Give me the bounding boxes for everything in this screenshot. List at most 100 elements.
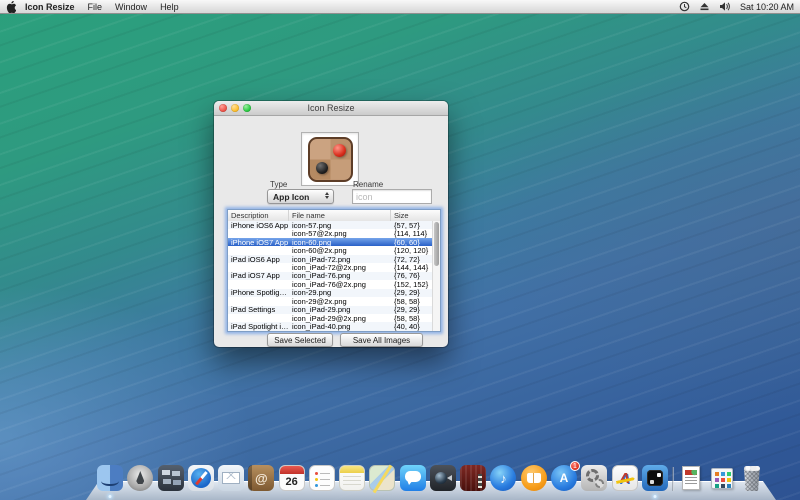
desktop: Icon Resize FileWindowHelp Sat 10:20 AM … [0, 0, 800, 500]
type-label: Type [270, 180, 287, 189]
save-selected-button[interactable]: Save Selected [267, 333, 333, 347]
header-file-name[interactable]: File name [289, 210, 391, 221]
table-row[interactable]: iPad iOS6 App icon_iPad-72.png {72, 72} [228, 255, 432, 263]
menubar-app-name[interactable]: Icon Resize [25, 2, 75, 12]
dock-mail[interactable] [218, 465, 244, 491]
rename-input[interactable] [352, 189, 432, 204]
table-row[interactable]: icon_iPad-76@2x.png {152, 152} [228, 280, 432, 288]
table-scrollbar[interactable] [432, 221, 440, 331]
time-machine-menu-icon[interactable] [679, 1, 690, 12]
cell-description: iPhone iOS6 App [228, 221, 289, 230]
save-all-images-button[interactable]: Save All Images [340, 333, 423, 347]
zoom-button[interactable] [243, 104, 251, 112]
popup-stepper-icon [325, 192, 329, 199]
menubar-status-area: Sat 10:20 AM [679, 1, 794, 12]
running-indicator [653, 495, 656, 498]
dock-icon-art [309, 465, 335, 491]
cell-description: iPad iOS6 App [228, 255, 289, 264]
dock-icon-art [430, 465, 456, 491]
volume-menu-icon[interactable] [719, 1, 731, 12]
table-row[interactable]: icon-29@2x.png {58, 58} [228, 297, 432, 305]
window-content: Type Rename App Icon Description File na… [214, 116, 448, 347]
dock-icon-art [739, 465, 765, 491]
image-well[interactable] [301, 132, 359, 186]
dock-photo-booth[interactable] [460, 465, 486, 491]
dock-a-utility-app[interactable]: A [612, 465, 638, 491]
header-description[interactable]: Description [228, 210, 289, 221]
cell-description: iPad Settings [228, 305, 289, 314]
dock-launchpad[interactable] [127, 465, 153, 491]
menubar-clock[interactable]: Sat 10:20 AM [740, 2, 794, 12]
table-row[interactable]: iPad iOS7 App icon_iPad-76.png {76, 76} [228, 272, 432, 280]
dock-icon-art [97, 465, 123, 491]
window-titlebar[interactable]: Icon Resize [214, 101, 448, 116]
cell-file-name: icon_iPad-40.png [289, 322, 391, 331]
icon-type-popup-value: App Icon [273, 192, 309, 202]
dock-app-store[interactable]: A 1 [551, 465, 577, 491]
table-row[interactable]: icon_iPad-29@2x.png {58, 58} [228, 314, 432, 322]
dock-documents-stack[interactable] [678, 465, 704, 491]
dock-maps[interactable] [369, 465, 395, 491]
dock-icon-art [581, 465, 607, 491]
cell-size: {40, 40} [391, 322, 432, 331]
cell-description: iPhone Spotlight i… [228, 288, 289, 297]
close-button[interactable] [219, 104, 227, 112]
dock-icon-art [127, 465, 153, 491]
icon-resize-window: Icon Resize Type Rename App Icon Descrip… [214, 101, 448, 347]
dock-safari[interactable] [188, 465, 214, 491]
dock-finder[interactable] [97, 465, 123, 491]
table-row[interactable]: icon_iPad-72@2x.png {144, 144} [228, 263, 432, 271]
dock-notes[interactable] [339, 465, 365, 491]
dock-icon-glyph: 26 [280, 466, 304, 490]
dock-icon-art [709, 465, 735, 491]
menu-window[interactable]: Window [115, 2, 147, 12]
menu-help[interactable]: Help [160, 2, 179, 12]
dock-icon-resize-app[interactable] [642, 465, 668, 491]
dock-icon-art [672, 467, 674, 491]
dock-trash-full[interactable] [739, 465, 765, 491]
dock-messages[interactable] [400, 465, 426, 491]
menu-file[interactable]: File [88, 2, 103, 12]
table-scrollbar-thumb[interactable] [434, 222, 439, 266]
dock-ibooks[interactable] [521, 465, 547, 491]
dock-mission-control[interactable] [158, 465, 184, 491]
table-row[interactable]: icon-60@2x.png {120, 120} [228, 246, 432, 254]
dock-calendar[interactable]: 26 [279, 465, 305, 491]
table-body: iPhone iOS6 App icon-57.png {57, 57} ico… [228, 221, 432, 331]
dock-system-preferences[interactable] [581, 465, 607, 491]
dock-divider[interactable] [672, 467, 674, 491]
table-row[interactable]: iPhone Spotlight i… icon-29.png {29, 29} [228, 289, 432, 297]
dock-facetime[interactable] [430, 465, 456, 491]
dock-icon-art [678, 465, 704, 491]
dock-icon-art [642, 465, 668, 491]
dock-contacts[interactable]: @ [248, 465, 274, 491]
table-row[interactable]: iPhone iOS7 App icon-60.png {60, 60} [228, 238, 432, 246]
eject-menu-icon[interactable] [699, 1, 710, 12]
notification-badge: 1 [570, 461, 580, 471]
apple-menu-icon[interactable] [6, 1, 16, 13]
menubar: Icon Resize File Window Help Sat 10:20 AM [0, 0, 800, 14]
dock-icon-art: @ [248, 465, 274, 491]
preview-board-game-icon [308, 137, 353, 182]
icon-size-table[interactable]: Description File name Size iPhone iOS6 A… [227, 209, 441, 332]
dock-icon-art [188, 465, 214, 491]
table-row[interactable]: icon-57@2x.png {114, 114} [228, 229, 432, 237]
dock-downloads-stack[interactable] [709, 465, 735, 491]
menubar-menus: File Window Help [75, 2, 179, 12]
dock-icon-glyph: @ [248, 465, 274, 491]
cell-description: iPhone iOS7 App [228, 238, 289, 247]
minimize-button[interactable] [231, 104, 239, 112]
table-row[interactable]: iPad Spotlight iOS 7 icon_iPad-40.png {4… [228, 322, 432, 330]
table-row[interactable]: iPad Settings icon_iPad-29.png {29, 29} [228, 306, 432, 314]
dock-itunes[interactable]: ♪ [490, 465, 516, 491]
dock-icon-art: 26 [279, 465, 305, 491]
header-size[interactable]: Size [391, 210, 440, 221]
dock-icon-art [158, 465, 184, 491]
dock-icon-art [521, 465, 547, 491]
cell-description: iPad iOS7 App [228, 271, 289, 280]
dock-reminders[interactable] [309, 465, 335, 491]
table-row[interactable]: iPhone iOS6 App icon-57.png {57, 57} [228, 221, 432, 229]
icon-type-popup[interactable]: App Icon [267, 189, 334, 204]
dock-icons: @ 26 [97, 465, 765, 491]
dock-icon-art [339, 465, 365, 491]
